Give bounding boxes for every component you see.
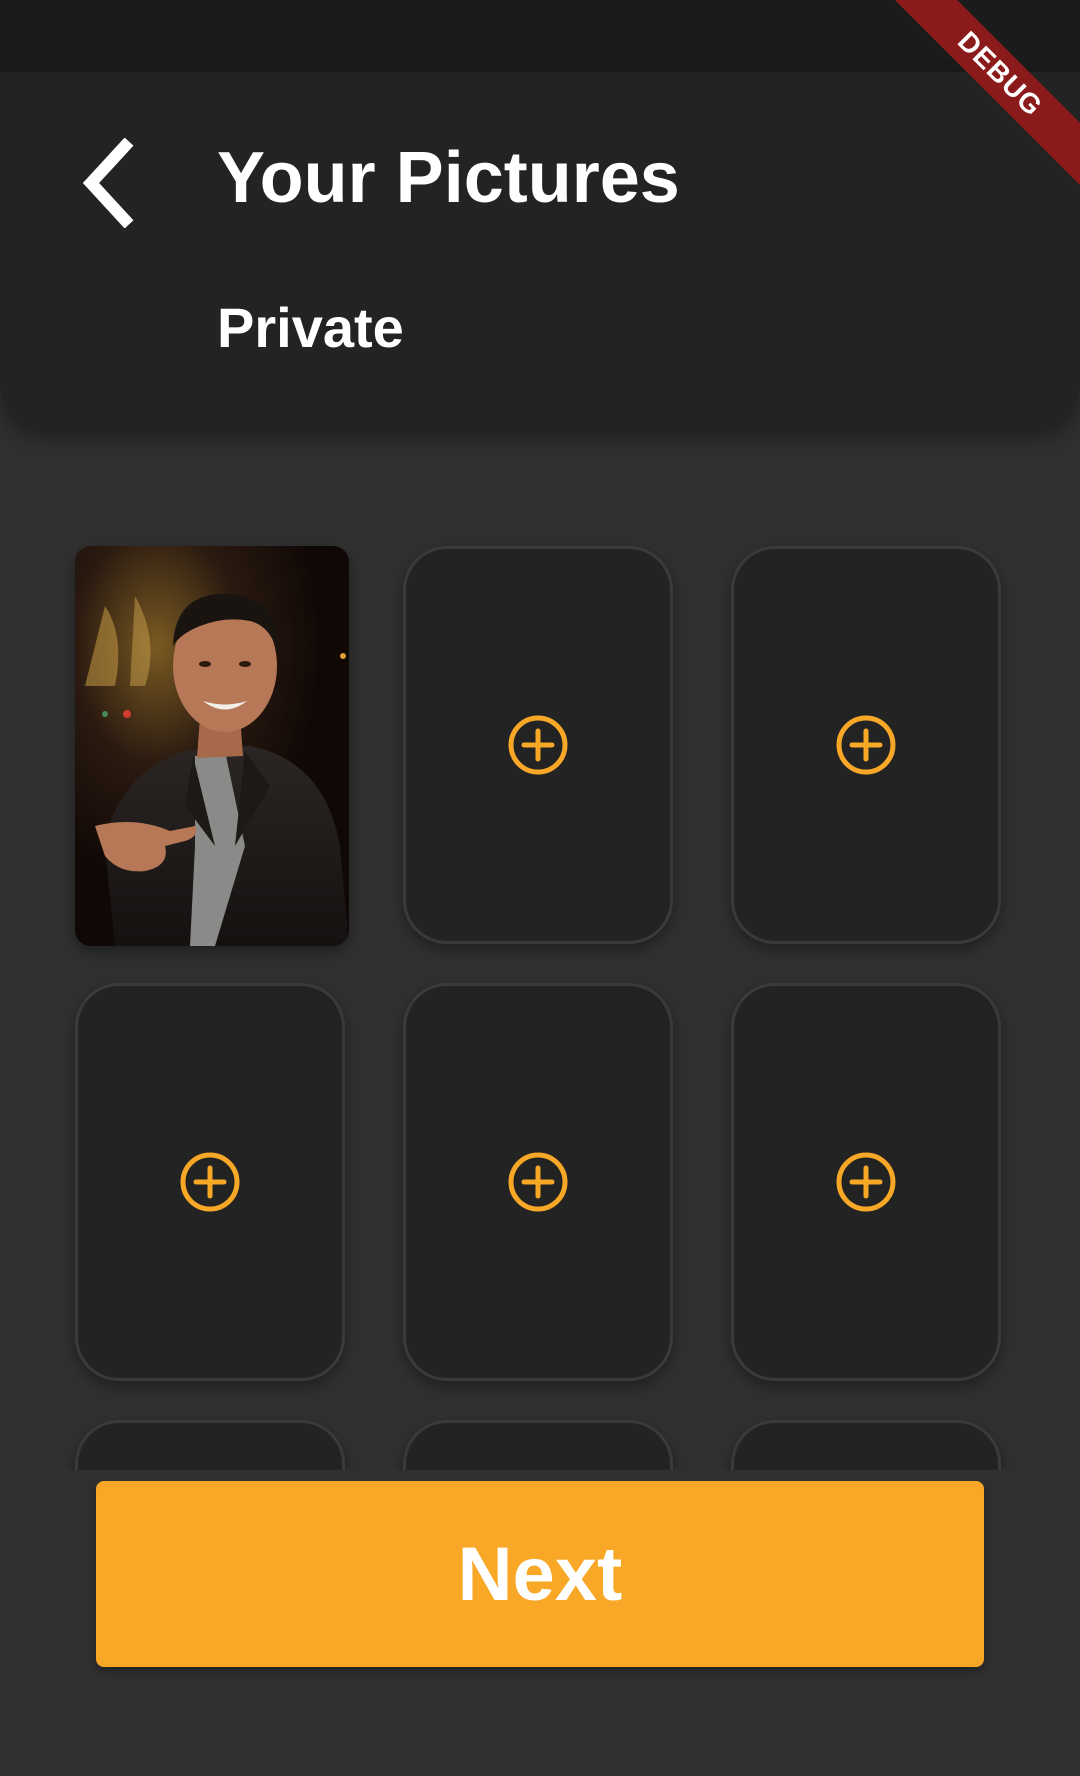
picture-slot-8[interactable] bbox=[403, 1420, 673, 1470]
page-title: Your Pictures bbox=[217, 138, 680, 218]
picture-slot-3[interactable] bbox=[731, 546, 1001, 944]
picture-slot-6[interactable] bbox=[731, 983, 1001, 1381]
picture-slot-9[interactable] bbox=[731, 1420, 1001, 1470]
chevron-left-icon bbox=[82, 138, 134, 228]
status-bar bbox=[0, 0, 1080, 72]
next-button[interactable]: Next bbox=[96, 1481, 984, 1667]
screen: Your Pictures Private DEBUG Next bbox=[0, 0, 1080, 1776]
page-subtitle: Private bbox=[217, 296, 404, 359]
picture-slot-2[interactable] bbox=[403, 546, 673, 944]
add-circle-icon bbox=[508, 1152, 568, 1212]
add-circle-icon bbox=[836, 1152, 896, 1212]
picture-slot-1-photo[interactable] bbox=[75, 546, 349, 946]
add-circle-icon bbox=[180, 1152, 240, 1212]
app-header: Your Pictures Private bbox=[0, 72, 1080, 428]
profile-photo-image bbox=[75, 546, 349, 946]
add-circle-icon bbox=[508, 715, 568, 775]
picture-slot-5[interactable] bbox=[403, 983, 673, 1381]
picture-grid bbox=[0, 470, 1080, 1470]
picture-slot-4[interactable] bbox=[75, 983, 345, 1381]
picture-slot-7[interactable] bbox=[75, 1420, 345, 1470]
add-circle-icon bbox=[836, 715, 896, 775]
back-button[interactable] bbox=[62, 128, 152, 238]
